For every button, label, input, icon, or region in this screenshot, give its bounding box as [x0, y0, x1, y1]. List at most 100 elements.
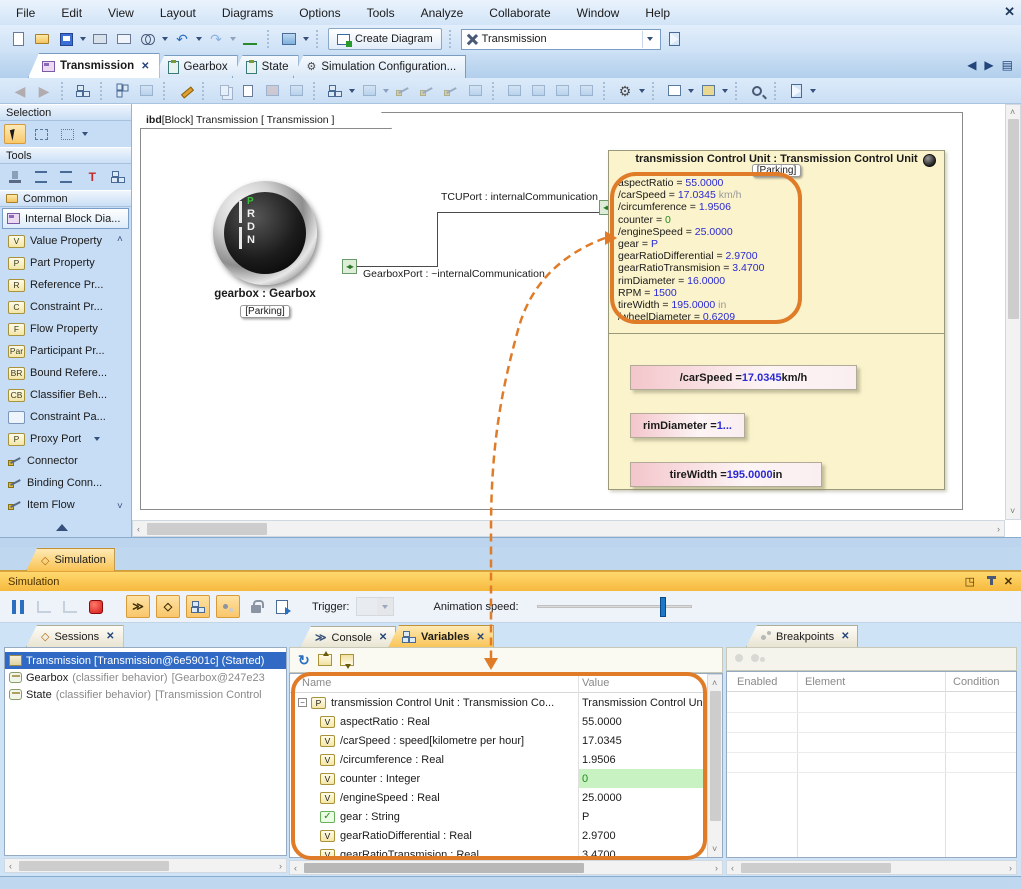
simulation-scope-combo[interactable]: Transmission — [461, 29, 661, 50]
connector-style-icon[interactable] — [393, 81, 413, 101]
tab-variables[interactable]: Variables ✕ — [388, 625, 494, 648]
open-project-button[interactable] — [32, 29, 52, 49]
palette-item-item-flow[interactable]: Item Flow — [0, 494, 131, 516]
collapse-icon[interactable]: − — [298, 698, 307, 707]
variable-row-gear[interactable]: ✓ gear : String P — [290, 807, 707, 826]
canvas-vertical-scrollbar[interactable]: ˄ ˅ — [1005, 104, 1021, 520]
gearbox-port-icon[interactable]: ◂▸ — [342, 259, 357, 274]
legend-icon[interactable] — [698, 81, 718, 101]
sessions-close-icon[interactable]: ✕ — [106, 631, 114, 642]
export-results-button[interactable] — [272, 597, 292, 617]
palette-item-connector[interactable]: Connector — [0, 450, 131, 472]
quick-layout-icon[interactable] — [325, 81, 345, 101]
palette-scroll-up-icon[interactable]: ˄ — [117, 235, 123, 245]
align-icon[interactable] — [359, 81, 379, 101]
console-close-icon[interactable]: ✕ — [379, 632, 387, 643]
import-values-icon[interactable] — [318, 654, 332, 666]
column-condition[interactable]: Condition — [953, 676, 999, 688]
variables-table[interactable]: Name Value − P transmission Control Unit… — [289, 673, 723, 858]
variable-row-aspectratio[interactable]: V aspectRatio : Real 55.0000 — [290, 712, 707, 731]
menu-window[interactable]: Window — [577, 6, 620, 20]
step-into-button[interactable] — [34, 597, 54, 617]
connector-gearbox-segment[interactable] — [357, 266, 438, 267]
back-button[interactable]: ◀ — [10, 81, 30, 101]
save-dropdown-icon[interactable] — [80, 37, 86, 41]
close-panel-icon[interactable]: ✕ — [1004, 575, 1013, 588]
multi-select-tool-button[interactable] — [56, 124, 78, 144]
selection-dropdown-icon[interactable] — [82, 132, 88, 136]
menu-help[interactable]: Help — [645, 6, 670, 20]
print-preview-button[interactable] — [114, 29, 134, 49]
new-file-button[interactable] — [8, 29, 28, 49]
menu-collaborate[interactable]: Collaborate — [489, 6, 550, 20]
tab-state[interactable]: State — [232, 55, 299, 78]
menu-layout[interactable]: Layout — [160, 6, 196, 20]
run-simulation-button[interactable] — [665, 29, 685, 49]
breakpoints-horizontal-scrollbar[interactable]: ‹ › — [726, 860, 1017, 875]
float-panel-icon[interactable]: ◳ — [965, 575, 975, 588]
pause-button[interactable] — [8, 597, 28, 617]
palette-common-header[interactable]: Common — [0, 190, 131, 207]
variables-close-icon[interactable]: ✕ — [476, 632, 484, 643]
layout-diagram-icon[interactable] — [112, 81, 132, 101]
pin-panel-icon[interactable] — [990, 576, 993, 588]
variable-row-carspeed[interactable]: V /carSpeed : speed[kilometre per hour] … — [290, 731, 707, 750]
transfer-dropdown-icon[interactable] — [303, 37, 309, 41]
palette-selection-header[interactable]: Selection — [0, 104, 131, 121]
redo-button[interactable]: ↷ — [206, 29, 226, 49]
distribute-button[interactable] — [56, 167, 78, 187]
gearboxport-label[interactable]: GearboxPort : ~internalCommunication — [363, 268, 545, 280]
breakpoints-table[interactable]: Enabled Element Condition — [726, 671, 1017, 858]
text-tool-button[interactable]: T — [81, 167, 103, 187]
image-shape-icon[interactable] — [504, 81, 524, 101]
run-button[interactable] — [786, 81, 806, 101]
palette-item-value-property[interactable]: VValue Property — [0, 230, 131, 252]
palette-item-constraint-property[interactable]: CConstraint Pr... — [0, 296, 131, 318]
tab-list-icon[interactable]: ▤ — [1002, 58, 1013, 72]
scope-dropdown-icon[interactable] — [642, 31, 658, 48]
panel-divider[interactable] — [0, 537, 1021, 547]
show-ports-icon[interactable] — [576, 81, 596, 101]
remove-breakpoint-icon[interactable] — [751, 653, 765, 665]
sticky-tool-button[interactable] — [4, 167, 26, 187]
column-enabled[interactable]: Enabled — [737, 676, 777, 688]
quick-layout-dropdown-icon[interactable] — [349, 89, 355, 93]
variable-row-enginespeed[interactable]: V /engineSpeed : Real 25.0000 — [290, 788, 707, 807]
find-button[interactable] — [138, 29, 158, 49]
canvas-horizontal-scrollbar[interactable]: ‹ › — [132, 520, 1005, 537]
transfer-button[interactable] — [279, 29, 299, 49]
variable-row-circumference[interactable]: V /circumference : Real 1.9506 — [290, 750, 707, 769]
session-item-transmission[interactable]: Transmission [Transmission@6e5901c] (Sta… — [5, 652, 286, 669]
stereotype-display-icon[interactable] — [528, 81, 548, 101]
session-item-gearbox[interactable]: Gearbox(classifier behavior) [Gearbox@24… — [5, 669, 286, 686]
tab-close-icon[interactable]: ✕ — [141, 61, 149, 72]
delete-icon[interactable] — [262, 81, 282, 101]
structure-tool-button[interactable] — [107, 167, 129, 187]
paste-icon[interactable] — [238, 81, 258, 101]
copy-icon[interactable] — [214, 81, 234, 101]
palette-tools-header[interactable]: Tools — [0, 147, 131, 164]
menu-file[interactable]: File — [16, 6, 35, 20]
tab-console[interactable]: ≫ Console ✕ — [300, 626, 396, 648]
variable-row-counter[interactable]: V counter : Integer 0 — [290, 769, 707, 788]
variable-row-gearratiotransmision[interactable]: V gearRatioTransmision : Real 3.4700 — [290, 845, 707, 858]
diagram-options-dropdown-icon[interactable] — [639, 89, 645, 93]
tab-simulation-panel[interactable]: ◇ Simulation — [26, 548, 115, 571]
variables-horizontal-scrollbar[interactable]: ‹ › — [289, 860, 723, 875]
tcuport-label[interactable]: TCUPort : internalCommunication — [372, 191, 598, 203]
gearbox-shifter-image[interactable]: P R D N — [213, 181, 317, 285]
toggle-animation-button[interactable]: ◇ — [156, 595, 180, 618]
palette-collapse-icon[interactable] — [56, 524, 68, 531]
palette-item-reference-property[interactable]: RReference Pr... — [0, 274, 131, 296]
window-close-icon[interactable]: ✕ — [1004, 4, 1015, 20]
oblique-connector-icon[interactable] — [441, 81, 461, 101]
trigger-combo[interactable] — [356, 597, 394, 616]
proxy-port-dropdown-icon[interactable] — [94, 437, 100, 441]
save-button[interactable] — [56, 29, 76, 49]
palette-item-classifier-behavior[interactable]: CBClassifier Beh... — [0, 384, 131, 406]
variable-row-gearratiodifferential[interactable]: V gearRatioDifferential : Real 2.9700 — [290, 826, 707, 845]
menu-analyze[interactable]: Analyze — [421, 6, 464, 20]
zoom-search-icon[interactable] — [747, 81, 767, 101]
session-item-state[interactable]: State(classifier behavior) [Transmission… — [5, 686, 286, 703]
legend-dropdown-icon[interactable] — [722, 89, 728, 93]
